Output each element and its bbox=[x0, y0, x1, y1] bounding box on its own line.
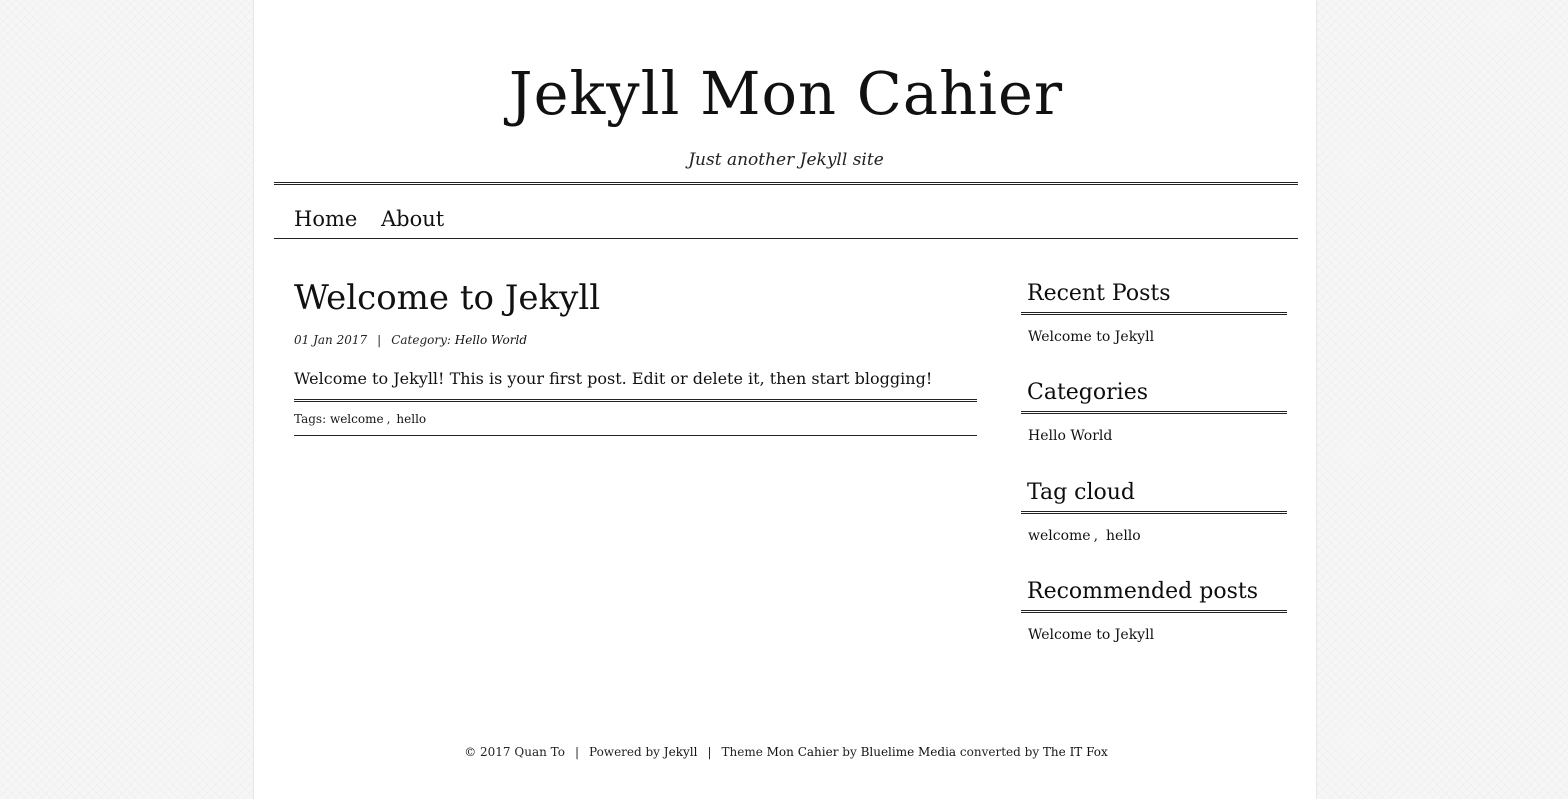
footer-copyright: © 2017 Quan To bbox=[464, 745, 565, 759]
post-tags: Tags: welcome, hello bbox=[294, 399, 977, 436]
meta-separator: | bbox=[377, 333, 382, 347]
site-title-link[interactable]: Jekyll Mon Cahier bbox=[509, 59, 1063, 128]
nav-item-home[interactable]: Home bbox=[294, 205, 357, 233]
site-title[interactable]: Jekyll Mon Cahier bbox=[254, 56, 1318, 132]
site-tagline: Just another Jekyll site bbox=[688, 150, 884, 170]
footer-converter-link[interactable]: The IT Fox bbox=[1043, 745, 1108, 759]
post-tags-label: Tags: bbox=[294, 412, 327, 426]
footer-theme-author-link[interactable]: Bluelime Media bbox=[861, 745, 957, 759]
category-link[interactable]: Hello World bbox=[1028, 428, 1112, 444]
widget-categories: Categories Hello World bbox=[1021, 378, 1287, 446]
categories-list: Hello World bbox=[1021, 414, 1287, 446]
widget-recommended-posts: Recommended posts Welcome to Jekyll bbox=[1021, 577, 1287, 645]
nav-item-about[interactable]: About bbox=[381, 205, 444, 233]
post-excerpt: Welcome to Jekyll! This is your first po… bbox=[294, 369, 933, 388]
footer-by-label: by bbox=[842, 745, 857, 759]
widget-title-recommended-posts: Recommended posts bbox=[1021, 577, 1287, 613]
recommended-post-link[interactable]: Welcome to Jekyll bbox=[1028, 627, 1154, 643]
footer-jekyll-link[interactable]: Jekyll bbox=[664, 745, 698, 759]
page-container: Jekyll Mon Cahier Just another Jekyll si… bbox=[253, 0, 1317, 799]
list-item: welcome, hello bbox=[1028, 526, 1287, 546]
post-tag-hello[interactable]: hello bbox=[396, 412, 426, 426]
tag-separator: , bbox=[386, 412, 391, 426]
tag-cloud-link-welcome[interactable]: welcome bbox=[1028, 528, 1091, 544]
widget-tag-cloud: Tag cloud welcome, hello bbox=[1021, 478, 1287, 546]
post-title[interactable]: Welcome to Jekyll bbox=[294, 276, 600, 320]
recent-posts-list: Welcome to Jekyll bbox=[1021, 315, 1287, 347]
widget-title-tag-cloud: Tag cloud bbox=[1021, 478, 1287, 514]
widget-title-categories: Categories bbox=[1021, 378, 1287, 414]
tag-cloud-list: welcome, hello bbox=[1021, 514, 1287, 546]
footer: © 2017 Quan To | Powered by Jekyll | Theme M… bbox=[254, 743, 1318, 761]
main-nav: Home About bbox=[274, 182, 1298, 239]
list-item: Welcome to Jekyll bbox=[1028, 625, 1287, 645]
tag-separator: , bbox=[1093, 528, 1099, 544]
footer-theme-link[interactable]: Mon Cahier bbox=[767, 745, 839, 759]
recent-post-link[interactable]: Welcome to Jekyll bbox=[1028, 329, 1154, 345]
recommended-posts-list: Welcome to Jekyll bbox=[1021, 613, 1287, 645]
widget-recent-posts: Recent Posts Welcome to Jekyll bbox=[1021, 279, 1287, 347]
post-category-label: Category: bbox=[391, 333, 451, 347]
footer-separator: | bbox=[574, 745, 579, 759]
post-meta: 01 Jan 2017 | Category: Hello World bbox=[294, 331, 527, 349]
post-title-link[interactable]: Welcome to Jekyll bbox=[294, 278, 600, 318]
post-category-link[interactable]: Hello World bbox=[455, 333, 527, 347]
widget-title-recent-posts: Recent Posts bbox=[1021, 279, 1287, 315]
list-item: Hello World bbox=[1028, 426, 1287, 446]
post-tag-welcome[interactable]: welcome bbox=[330, 412, 384, 426]
post-date: 01 Jan 2017 bbox=[294, 333, 368, 347]
list-item: Welcome to Jekyll bbox=[1028, 327, 1287, 347]
tag-cloud-link-hello[interactable]: hello bbox=[1106, 528, 1141, 544]
footer-theme-label: Theme bbox=[721, 745, 763, 759]
footer-converted-label: converted by bbox=[959, 745, 1040, 759]
footer-powered-label: Powered by bbox=[588, 745, 660, 759]
footer-separator: | bbox=[707, 745, 712, 759]
